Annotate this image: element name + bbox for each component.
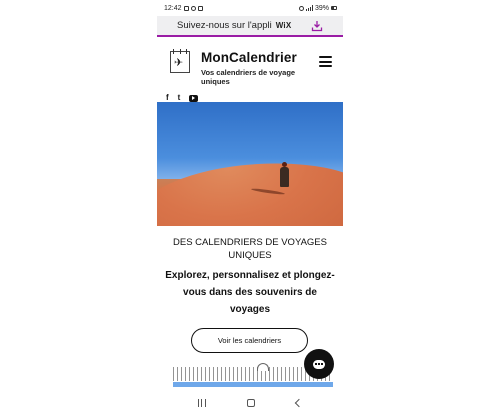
gallery-icon	[183, 5, 189, 11]
wix-app-banner[interactable]: Suivez-nous sur l'appli WiX	[157, 16, 343, 37]
download-icon[interactable]	[311, 20, 323, 32]
site-header: ✈ MonCalendrier Vos calendriers de voyag…	[157, 38, 343, 102]
recents-icon[interactable]	[197, 398, 206, 407]
airplane-calendar-icon[interactable]: ✈	[170, 49, 190, 73]
home-icon[interactable]	[246, 398, 255, 407]
battery-percent: 39%	[314, 4, 329, 12]
status-time: 12:42	[164, 4, 182, 12]
instagram-icon	[190, 5, 196, 11]
phone-screen: 12:42 39% Suivez-nous sur l'appli WiX ✈ …	[157, 0, 343, 413]
youtube-icon[interactable]	[189, 94, 199, 102]
section-heading: DES CALENDRIERS DE VOYAGES UNIQUES	[173, 237, 327, 261]
calendar-preview-image	[173, 382, 333, 387]
banner-text: Suivez-nous sur l'appli	[177, 20, 272, 31]
chat-bubble-icon	[313, 359, 325, 369]
hero-image	[157, 102, 343, 226]
view-calendars-button[interactable]: Voir les calendriers	[191, 328, 308, 353]
notification-icon	[197, 5, 203, 11]
facebook-icon[interactable]: f	[166, 94, 169, 102]
android-nav-bar	[157, 392, 343, 413]
social-links: f t	[166, 94, 199, 102]
back-icon[interactable]	[295, 398, 304, 407]
site-tagline: Vos calendriers de voyage uniques	[201, 68, 296, 86]
section-subheading: Explorez, personnalisez et plongez-vous …	[165, 270, 335, 315]
calendar-hook	[257, 363, 269, 371]
wix-brand: WiX	[275, 21, 292, 30]
site-title[interactable]: MonCalendrier	[201, 50, 297, 65]
sand-dune	[157, 151, 343, 226]
hamburger-menu-icon[interactable]	[319, 56, 332, 67]
twitter-icon[interactable]: t	[178, 94, 181, 102]
walking-person	[279, 162, 289, 192]
chat-button[interactable]	[304, 349, 334, 379]
signal-icon	[305, 5, 313, 11]
status-bar: 12:42 39%	[157, 0, 343, 16]
wifi-icon	[298, 5, 304, 11]
battery-icon	[331, 6, 337, 10]
